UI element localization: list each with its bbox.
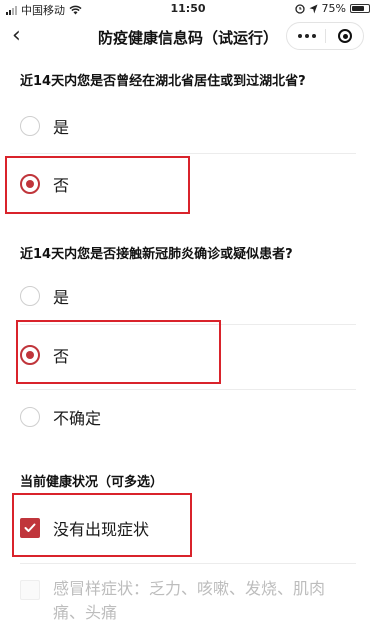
option-label: 不确定 xyxy=(53,409,102,428)
question3-title: 当前健康状况（可多选） xyxy=(20,475,164,490)
radio-unchecked[interactable] xyxy=(20,116,40,136)
highlight-box xyxy=(12,493,192,557)
radio-unchecked[interactable] xyxy=(20,407,40,427)
back-button[interactable]: ‹ xyxy=(12,24,32,48)
status-bar: 中国移动 11:50 75% xyxy=(0,0,376,18)
question1-option-yes[interactable]: 是 xyxy=(20,112,356,140)
question2-title: 近14天内您是否接触新冠肺炎确诊或疑似患者? xyxy=(20,247,293,262)
checkbox-disabled xyxy=(20,580,40,600)
highlight-box xyxy=(16,320,221,384)
status-right: 75% xyxy=(294,2,370,15)
divider xyxy=(20,153,356,154)
question2-option-unsure[interactable]: 不确定 xyxy=(20,403,356,431)
radio-unchecked[interactable] xyxy=(20,286,40,306)
option-label: 是 xyxy=(53,118,70,137)
symptom-option-cold: 感冒样症状：乏力、咳嗽、发烧、肌肉痛、头痛 xyxy=(20,577,356,625)
close-mini-program-button[interactable] xyxy=(326,23,364,49)
battery-percent: 75% xyxy=(321,2,346,15)
divider xyxy=(20,563,356,564)
divider xyxy=(20,389,356,390)
more-button[interactable] xyxy=(287,23,326,49)
question1-title: 近14天内您是否曾经在湖北省居住或到过湖北省? xyxy=(20,74,306,89)
mini-program-capsule xyxy=(286,22,364,50)
battery-icon xyxy=(350,4,370,13)
nav-bar: ‹ 防疫健康信息码（试运行） xyxy=(0,18,376,54)
option-label: 是 xyxy=(53,288,70,307)
page-title: 防疫健康信息码（试运行） xyxy=(97,29,278,47)
option-label: 感冒样症状：乏力、咳嗽、发烧、肌肉痛、头痛 xyxy=(53,579,326,622)
highlight-box xyxy=(5,156,190,214)
alarm-icon xyxy=(294,3,305,14)
battery-fill xyxy=(352,6,364,11)
question2-option-yes[interactable]: 是 xyxy=(20,282,356,310)
location-icon xyxy=(309,4,318,13)
close-icon xyxy=(338,29,352,43)
